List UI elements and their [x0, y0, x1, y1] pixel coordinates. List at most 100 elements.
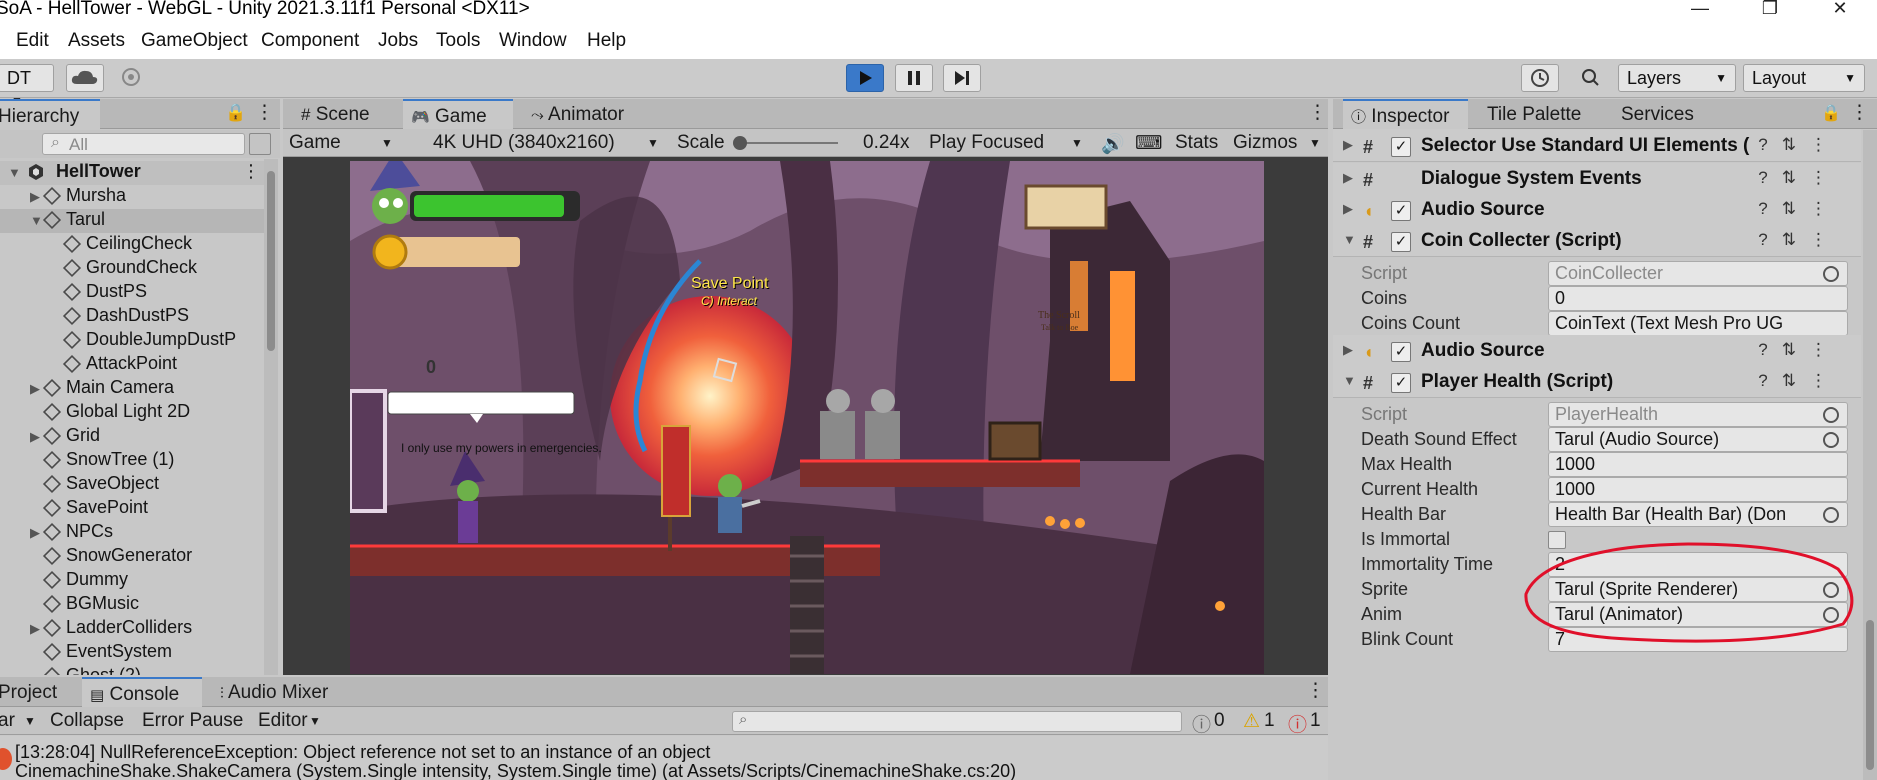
component-menu-icons[interactable]: ?⇅⋮	[1758, 230, 1841, 250]
stats-button[interactable]: Stats	[1175, 132, 1218, 154]
chevron-down-icon[interactable]: ▼	[1343, 373, 1356, 388]
resolution-dropdown[interactable]: 4K UHD (3840x2160)	[433, 132, 615, 154]
menu-help[interactable]: Help	[587, 30, 626, 52]
tab-audio-mixer[interactable]: ⫶ Audio Mixer	[212, 677, 352, 707]
display-dropdown[interactable]: Game	[289, 132, 341, 154]
tab-hierarchy[interactable]: Hierarchy	[0, 99, 100, 129]
component-header[interactable]: ▼ # ✓ Coin Collecter (Script) ?⇅⋮	[1333, 225, 1861, 257]
tab-animator[interactable]: ⤳ Animator	[523, 99, 653, 129]
hierarchy-item[interactable]: ▶ LadderColliders	[0, 617, 264, 641]
component-header[interactable]: ▼ # ✓ Player Health (Script) ?⇅⋮	[1333, 366, 1861, 398]
minimize-button[interactable]: —	[1675, 0, 1725, 20]
hierarchy-item[interactable]: EventSystem	[0, 641, 264, 665]
hierarchy-item[interactable]: SaveObject	[0, 473, 264, 497]
chevron-down-icon[interactable]: ▼	[30, 213, 44, 228]
hierarchy-item[interactable]: Ghost (2)	[0, 665, 264, 675]
hierarchy-item[interactable]: GroundCheck	[0, 257, 264, 281]
chevron-right-icon[interactable]: ▶	[1343, 342, 1353, 358]
hierarchy-item[interactable]: Dummy	[0, 569, 264, 593]
component-enabled-checkbox[interactable]: ✓	[1391, 232, 1411, 252]
chevron-right-icon[interactable]: ▶	[30, 189, 44, 205]
tab-inspector[interactable]: ⓘ Inspector	[1343, 99, 1468, 129]
hierarchy-scroll-thumb[interactable]	[267, 171, 275, 351]
component-menu-icons[interactable]: ?⇅⋮	[1758, 199, 1841, 219]
component-header[interactable]: ▶ ◖ ✓ Audio Source ?⇅⋮	[1333, 194, 1861, 226]
chevron-down-icon[interactable]: ▼	[1343, 232, 1356, 247]
property-value-field[interactable]: CoinText (Text Mesh Pro UG	[1548, 311, 1848, 336]
hierarchy-item[interactable]: DoubleJumpDustP	[0, 329, 264, 353]
hierarchy-item[interactable]: SnowGenerator	[0, 545, 264, 569]
menu-tools[interactable]: Tools	[436, 30, 480, 52]
collab-button[interactable]	[116, 64, 154, 92]
chevron-right-icon[interactable]: ▶	[30, 525, 44, 541]
clear-button[interactable]: ar	[0, 710, 15, 732]
warning-icon[interactable]: ⚠	[1243, 710, 1260, 733]
hierarchy-item[interactable]: ▶ Main Camera	[0, 377, 264, 401]
object-picker-icon[interactable]	[1823, 407, 1839, 423]
hierarchy-item[interactable]: Global Light 2D	[0, 401, 264, 425]
menu-window[interactable]: Window	[499, 30, 567, 52]
component-enabled-checkbox[interactable]: ✓	[1391, 342, 1411, 362]
scale-slider-thumb[interactable]	[733, 136, 747, 150]
chevron-right-icon[interactable]: ▶	[1343, 170, 1353, 186]
gizmos-button[interactable]: Gizmos	[1233, 132, 1297, 154]
mute-audio-icon[interactable]: 🔊	[1101, 132, 1125, 156]
component-menu-icons[interactable]: ?⇅⋮	[1758, 340, 1841, 360]
menu-gameobject[interactable]: GameObject	[141, 30, 248, 52]
layout-dropdown[interactable]: Layout ▼	[1743, 64, 1865, 92]
inspector-scroll-thumb[interactable]	[1866, 620, 1874, 770]
menu-jobs[interactable]: Jobs	[378, 30, 418, 52]
layers-dropdown[interactable]: Layers ▼	[1618, 64, 1736, 92]
tab-tile-palette[interactable]: Tile Palette	[1479, 99, 1599, 129]
hierarchy-scene-row[interactable]: ▼ HellTower ⋮	[0, 161, 270, 185]
play-button[interactable]	[846, 64, 884, 92]
tab-project[interactable]: Project	[0, 677, 70, 707]
menu-assets[interactable]: Assets	[68, 30, 125, 52]
pause-button[interactable]	[895, 64, 933, 92]
play-mode-dropdown[interactable]: Play Focused	[929, 132, 1044, 154]
chevron-right-icon[interactable]: ▶	[1343, 137, 1353, 153]
component-header[interactable]: ▶ ◖ ✓ Audio Source ?⇅⋮	[1333, 335, 1861, 367]
tab-console[interactable]: ▤ Console	[82, 677, 202, 707]
component-menu-icons[interactable]: ?⇅⋮	[1758, 168, 1841, 188]
component-menu-icons[interactable]: ?⇅⋮	[1758, 371, 1841, 391]
history-button[interactable]	[1521, 64, 1559, 92]
hierarchy-item[interactable]: ▶ Mursha	[0, 185, 264, 209]
hierarchy-scrollbar[interactable]	[264, 159, 278, 675]
hierarchy-item[interactable]: SnowTree (1)	[0, 449, 264, 473]
menu-component[interactable]: Component	[261, 30, 359, 52]
tab-game[interactable]: 🎮 Game	[403, 99, 513, 129]
cloud-button[interactable]	[66, 64, 104, 92]
hierarchy-item[interactable]: ▶ NPCs	[0, 521, 264, 545]
component-enabled-checkbox[interactable]: ✓	[1391, 201, 1411, 221]
inspector-scrollbar[interactable]	[1863, 130, 1877, 780]
component-enabled-checkbox[interactable]: ✓	[1391, 137, 1411, 157]
component-header[interactable]: ▶ # Dialogue System Events ?⇅⋮	[1333, 163, 1861, 195]
maximize-button[interactable]: ❐	[1745, 0, 1795, 20]
chevron-right-icon[interactable]: ▶	[30, 621, 44, 637]
chevron-right-icon[interactable]: ▶	[1343, 201, 1353, 217]
error-pause-button[interactable]: Error Pause	[142, 710, 243, 732]
object-picker-icon[interactable]	[1823, 432, 1839, 448]
lock-icon[interactable]: 🔒	[225, 103, 246, 123]
editor-dropdown[interactable]: Editor	[258, 710, 308, 732]
chevron-right-icon[interactable]: ▶	[30, 381, 44, 397]
close-button[interactable]: ✕	[1815, 0, 1865, 20]
account-dropdown[interactable]: DT ▼	[0, 64, 54, 108]
tab-services[interactable]: Services	[1613, 99, 1713, 129]
chevron-right-icon[interactable]: ▶	[30, 429, 44, 445]
hierarchy-search-input[interactable]: ⌕ All	[42, 133, 245, 155]
console-log-stacktrace[interactable]: CinemachineShake.ShakeCamera (System.Sin…	[15, 761, 1016, 780]
more-options-icon[interactable]: ⋮	[255, 101, 274, 124]
hierarchy-item[interactable]: DashDustPS	[0, 305, 264, 329]
keyboard-icon[interactable]: ⌨	[1135, 132, 1162, 155]
scale-slider-track[interactable]	[733, 136, 838, 150]
error-icon[interactable]: ⓘ	[1288, 710, 1307, 737]
info-count-icon[interactable]: ⓘ	[1192, 710, 1211, 737]
game-render[interactable]	[350, 161, 1264, 674]
hierarchy-item[interactable]: SavePoint	[0, 497, 264, 521]
scene-picker-button[interactable]	[249, 133, 271, 155]
console-log-line[interactable]: [13:28:04] NullReferenceException: Objec…	[15, 742, 710, 763]
more-options-icon[interactable]: ⋮	[1850, 101, 1869, 124]
object-picker-icon[interactable]	[1823, 266, 1839, 282]
